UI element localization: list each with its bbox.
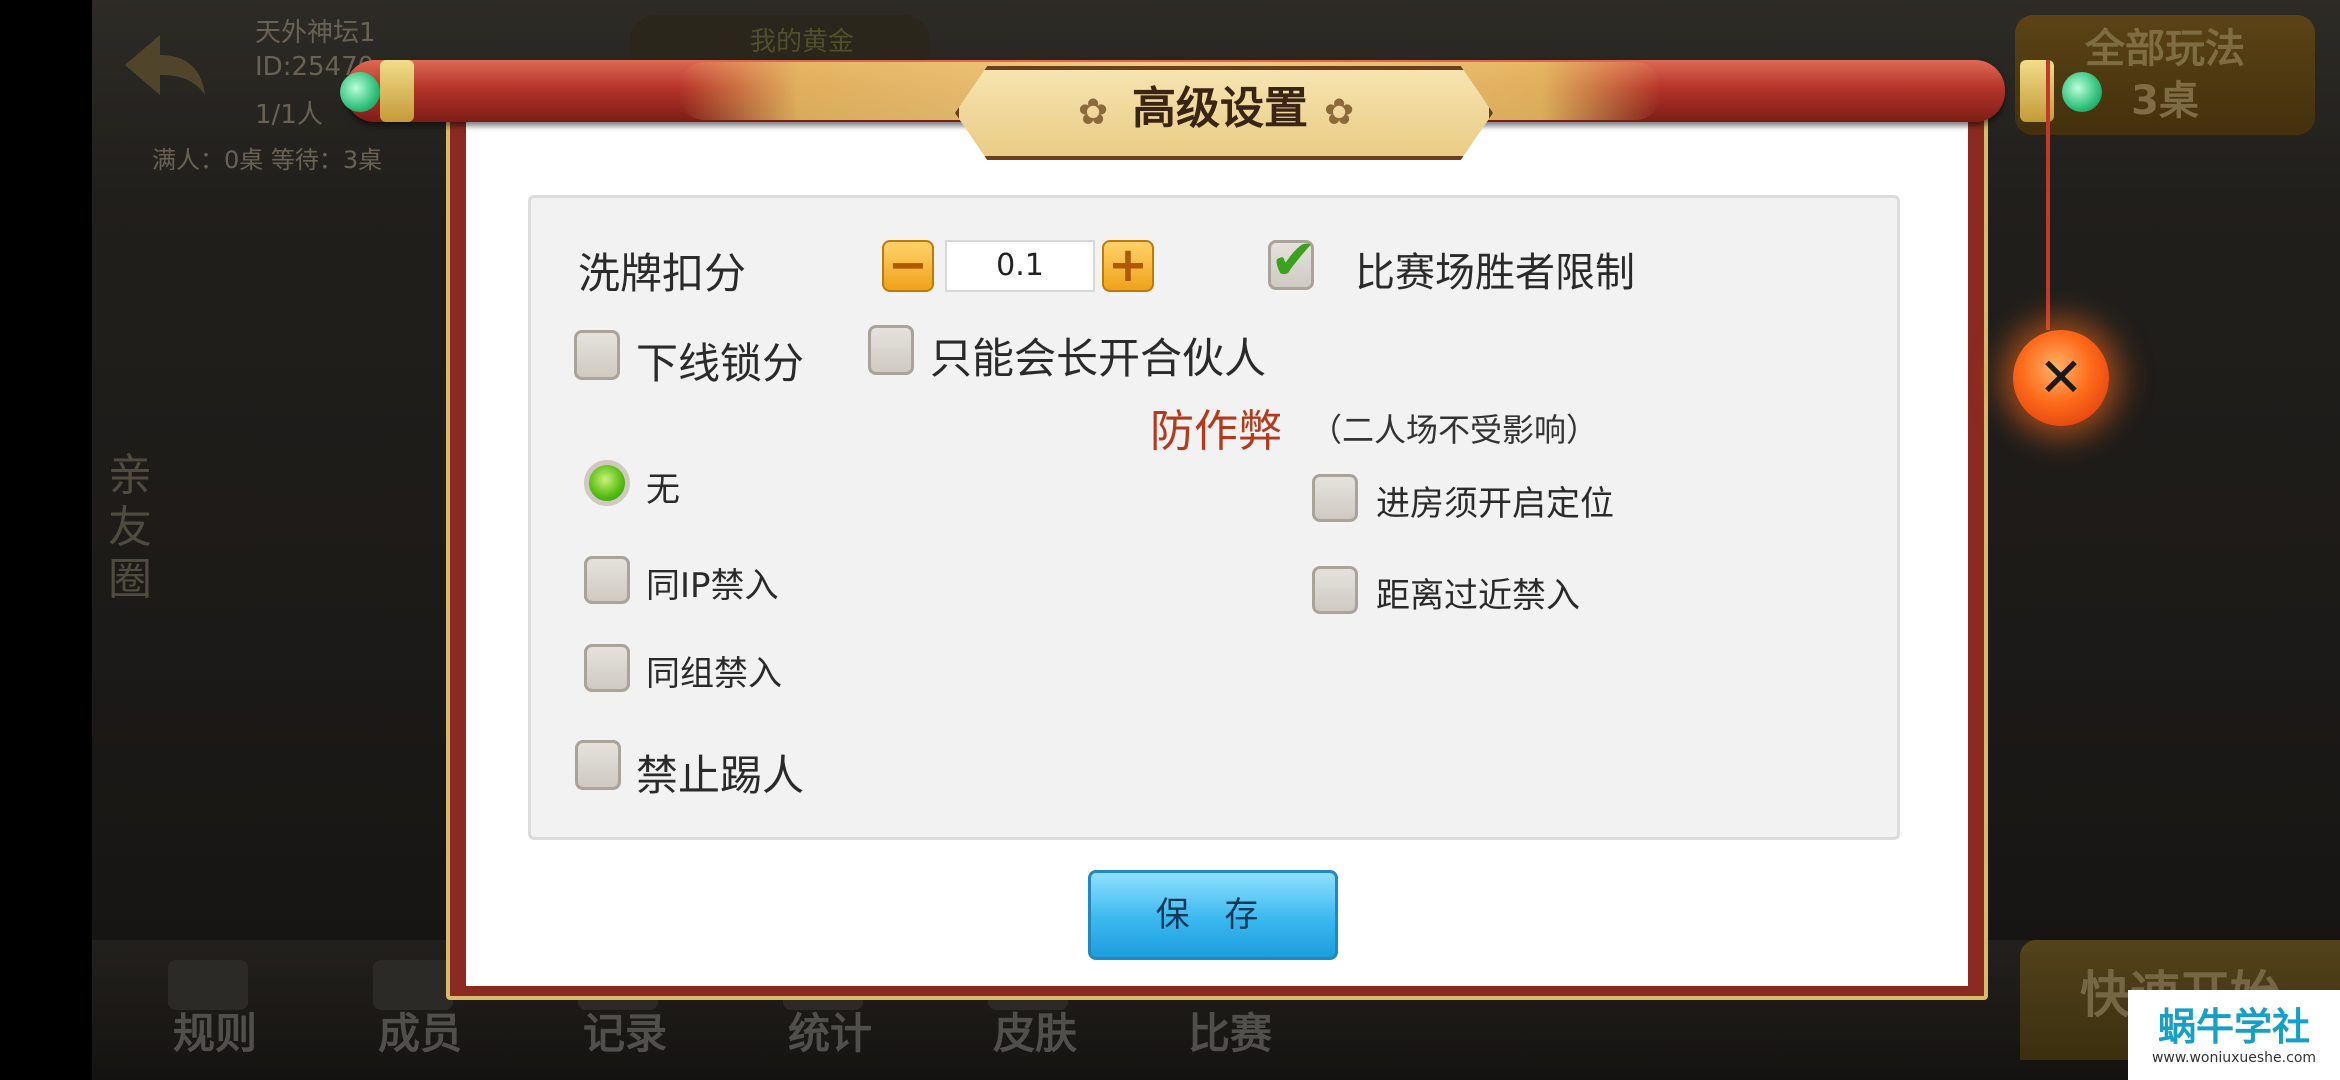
anticheat-note: （二人场不受影响） (1310, 411, 1599, 449)
require-location-label: 进房须开启定位 (1376, 484, 1614, 524)
decrease-button[interactable]: − (882, 240, 934, 292)
jade-tip-left-icon (340, 72, 380, 112)
offline-lock-label: 下线锁分 (636, 339, 805, 388)
checkmark-icon: ✔ (1270, 228, 1317, 293)
winner-limit-label: 比赛场胜者限制 (1355, 250, 1635, 296)
jade-tip-right-icon (2062, 72, 2102, 112)
dialog-title: 高级设置 (1132, 83, 1308, 134)
only-president-label: 只能会长开合伙人 (930, 334, 1267, 383)
shuffle-deduct-label: 洗牌扣分 (578, 249, 747, 298)
same-ip-checkbox[interactable] (584, 556, 630, 604)
lantern-string (2046, 60, 2050, 330)
offline-lock-checkbox[interactable] (574, 330, 620, 380)
option-none-radio[interactable] (584, 460, 630, 506)
increase-button[interactable]: + (1102, 240, 1154, 292)
watermark-url: www.woniuxueshe.com (2151, 1050, 2317, 1066)
too-close-checkbox[interactable] (1312, 566, 1358, 614)
watermark-logo: 蜗牛学社 (2157, 1005, 2310, 1049)
option-none-label: 无 (646, 470, 680, 510)
close-icon[interactable]: ✕ (2013, 330, 2109, 426)
require-location-checkbox[interactable] (1312, 474, 1358, 522)
anticheat-title: 防作弊 (1150, 406, 1282, 457)
no-kick-checkbox[interactable] (575, 740, 621, 790)
same-group-label: 同组禁入 (646, 654, 782, 694)
too-close-label: 距离过近禁入 (1376, 576, 1580, 616)
shuffle-deduct-input[interactable]: 0.1 (945, 240, 1095, 292)
same-group-checkbox[interactable] (584, 644, 630, 692)
save-button[interactable]: 保 存 (1088, 870, 1338, 960)
same-ip-label: 同IP禁入 (646, 566, 779, 606)
no-kick-label: 禁止踢人 (636, 751, 805, 800)
only-president-checkbox[interactable] (868, 325, 914, 375)
rod-cap-left (380, 60, 414, 122)
